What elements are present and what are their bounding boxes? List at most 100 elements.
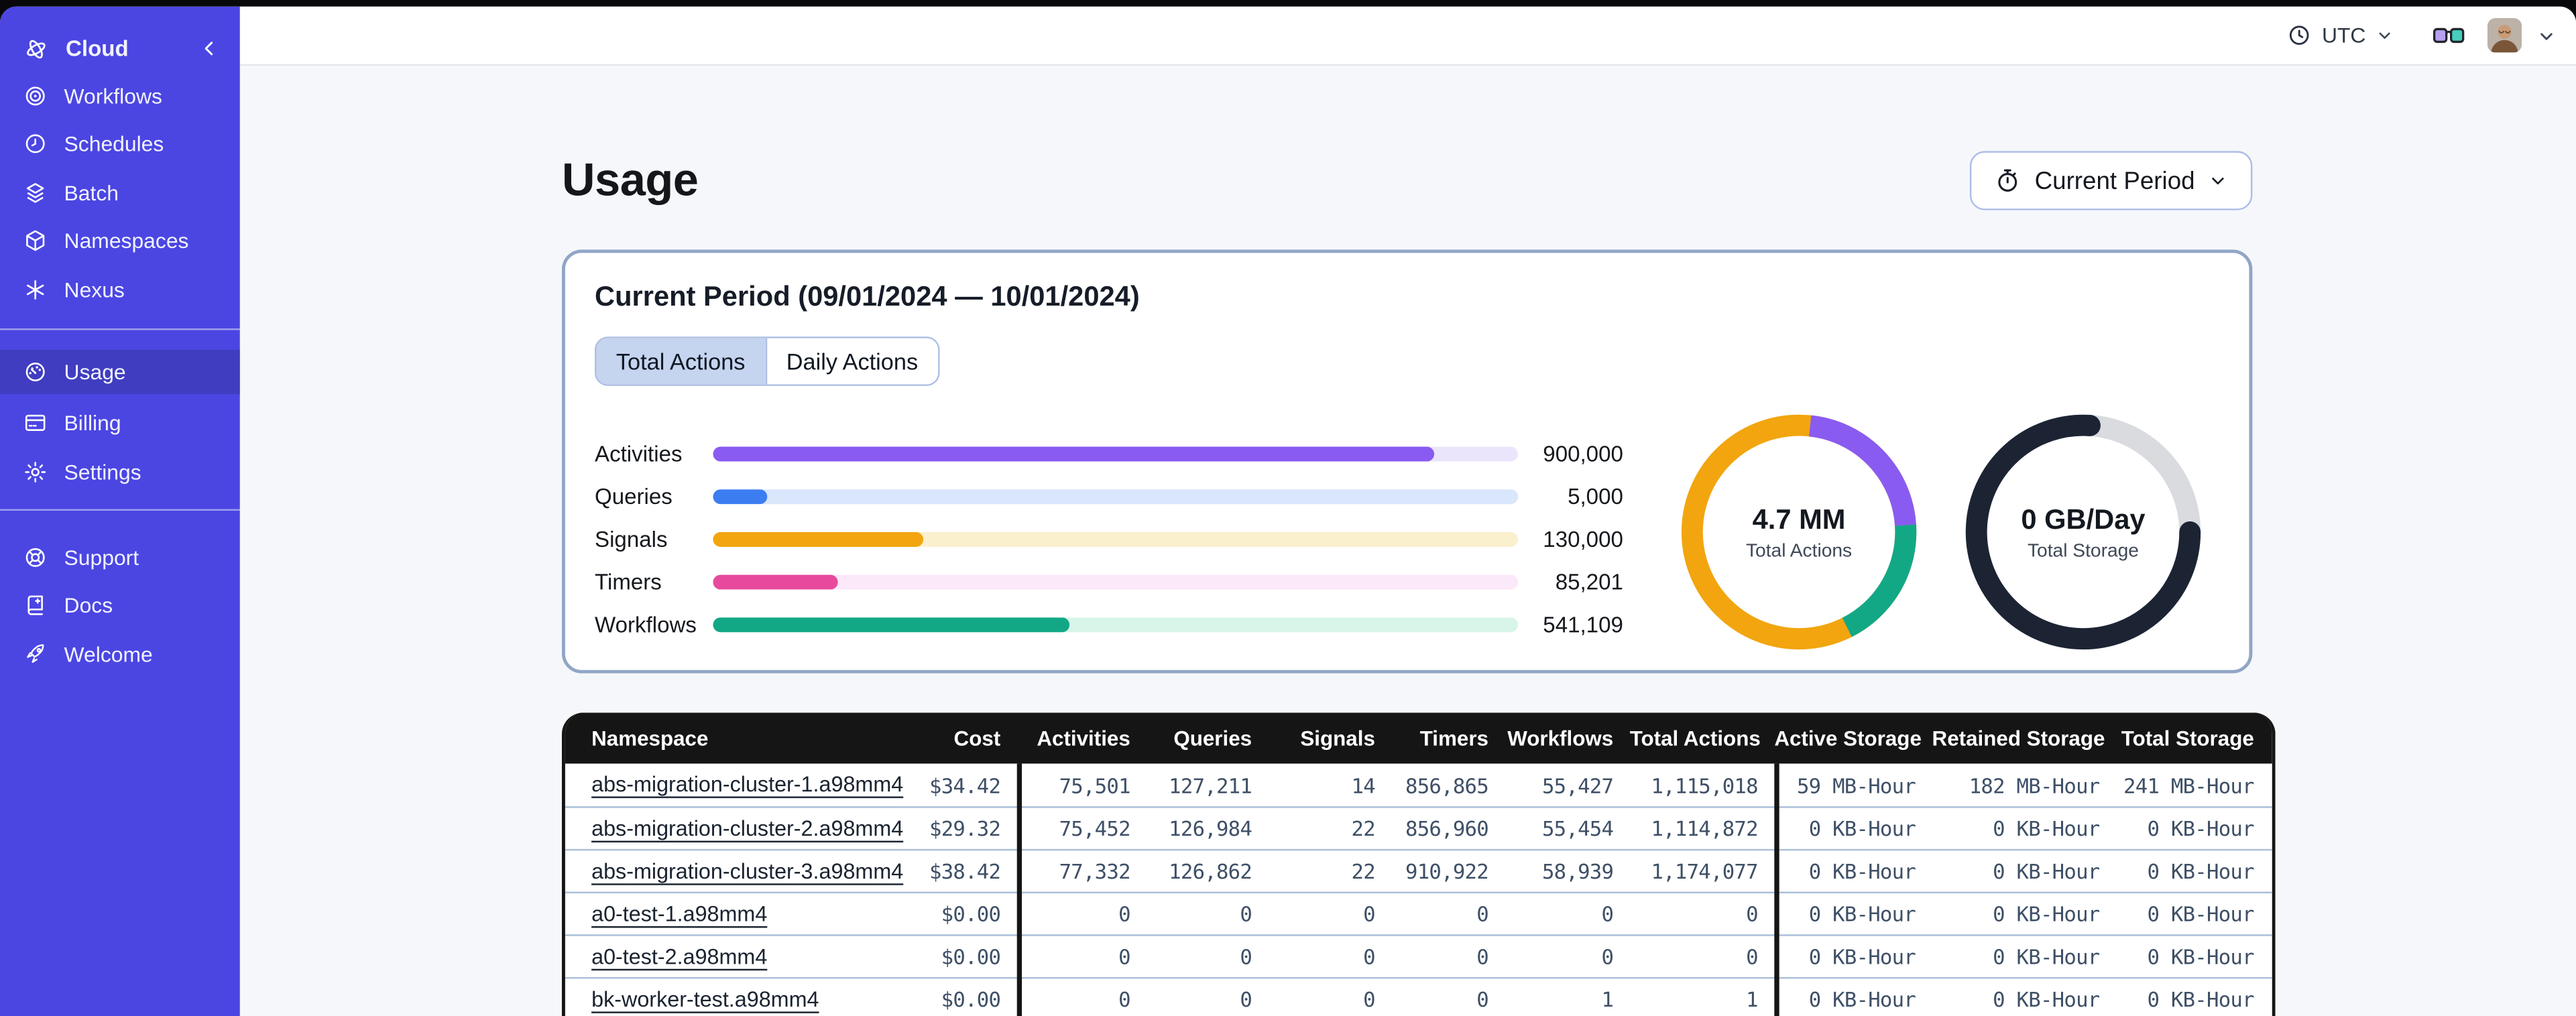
total-actions-cell: 0 [1746,901,1758,926]
sidebar-item-label: Welcome [64,642,153,667]
sidebar-item-settings[interactable]: Settings [0,450,240,494]
namespace-link[interactable]: abs-migration-cluster-1.a98mm4 [591,772,903,797]
avatar[interactable] [2487,17,2522,53]
table-row: abs-migration-cluster-2.a98mm4 $29.32 75… [565,806,2272,849]
queries-cell: 126,862 [1169,859,1252,884]
sidebar-item-workflows[interactable]: Workflows [0,74,240,118]
table-row: abs-migration-cluster-3.a98mm4 $38.42 77… [565,848,2272,892]
period-selector-button[interactable]: Current Period [1971,151,2253,210]
user-menu-button[interactable] [2536,25,2556,45]
queries-cell: 126,984 [1169,816,1252,841]
retained-storage-cell: 182 MB-Hour [1969,772,2100,798]
total-actions-value: 4.7 MM [1752,503,1846,535]
total-actions-cell: 1,174,077 [1651,859,1758,884]
total-storage-cell: 0 KB-Hour [2147,816,2254,841]
sidebar-collapse-button[interactable] [198,38,220,64]
table-row: a0-test-2.a98mm4 $0.00 0 0 0 0 0 0 0 KB-… [565,934,2272,977]
namespace-link[interactable]: a0-test-2.a98mm4 [591,944,767,968]
signals-cell: 22 [1351,816,1375,841]
sidebar-item-nexus[interactable]: Nexus [0,267,240,312]
table-row: abs-migration-cluster-1.a98mm4 $34.42 75… [565,763,2272,806]
nexus-asterisk-icon [26,280,44,300]
sidebar-item-namespaces[interactable]: Namespaces [0,218,240,263]
docs-book-icon [27,595,43,615]
queries-bar-fill [713,488,768,504]
table-row: a0-test-1.a98mm4 $0.00 0 0 0 0 0 0 0 KB-… [565,891,2272,935]
donut-center-label: 4.7 MM Total Actions [1678,411,1921,654]
namespace-link[interactable]: bk-worker-test.a98mm4 [591,986,819,1011]
namespace-cell: a0-test-2.a98mm4 [565,942,861,971]
labs-mode-toggle[interactable] [2433,25,2465,45]
timezone-selector[interactable]: UTC [2288,23,2394,48]
activities-cell: 75,452 [1059,816,1131,841]
sidebar-item-docs[interactable]: Docs [0,583,240,627]
cost-cell: $38.42 [929,859,1001,884]
namespace-cell: abs-migration-cluster-3.a98mm4 [565,856,903,886]
bar-row-timers: Timers 85,201 [595,560,1623,603]
workflows-cell: 58,939 [1541,859,1614,884]
support-lifebuoy-icon [25,548,45,567]
donut-center-label: 0 GB/Day Total Storage [1962,411,2205,654]
bar-value: 130,000 [1543,526,1623,552]
usage-gauge-icon [25,362,45,382]
col-header-timers: Timers [1419,726,1488,751]
table-row: bk-worker-test.a98mm4 $0.00 0 0 0 0 1 1 … [565,976,2272,1016]
active-storage-cell: 0 KB-Hour [1808,944,1916,969]
signals-bar-fill [713,531,924,546]
activities-bar-track [713,446,1519,461]
active-storage-cell: 59 MB-Hour [1796,772,1916,798]
workflows-bar-fill [713,617,1070,632]
temporal-orbit-icon [27,39,46,58]
sidebar-item-label: Billing [64,410,121,436]
sidebar-item-usage[interactable]: Usage [0,349,240,395]
namespace-usage-table: Namespace Cost Activities Queries Signal… [562,712,2276,1016]
cost-cell: $34.42 [929,772,1001,798]
namespace-cell: abs-migration-cluster-1.a98mm4 [565,770,903,800]
bar-value: 5,000 [1568,483,1623,509]
activities-cell: 0 [1118,901,1130,926]
table-group-divider [1774,763,1779,1016]
bar-value: 900,000 [1543,440,1623,466]
queries-cell: 0 [1240,944,1252,969]
namespace-link[interactable]: abs-migration-cluster-2.a98mm4 [591,816,903,840]
tab-daily-actions[interactable]: Daily Actions [764,338,938,385]
col-header-activities: Activities [1037,726,1130,751]
signals-cell: 0 [1363,901,1375,926]
sidebar-item-label: Nexus [64,277,125,302]
table-group-divider [1016,763,1021,1016]
cost-cell: $29.32 [929,816,1001,841]
topbar: UTC [239,6,2576,66]
cost-cell: $0.00 [941,944,1001,969]
sidebar-item-batch[interactable]: Batch [0,171,240,215]
timers-bar-fill [713,574,838,589]
activities-cell: 0 [1118,987,1130,1012]
timers-cell: 856,865 [1405,772,1489,798]
sidebar-item-support[interactable]: Support [0,535,240,580]
glasses-icon [2433,27,2465,42]
total-storage-cell: 241 MB-Hour [2123,772,2254,798]
col-header-workflows: Workflows [1507,726,1614,751]
timers-cell: 0 [1476,944,1488,969]
sidebar-brand-cloud[interactable]: Cloud [0,26,240,70]
timers-bar-track [713,574,1519,589]
sidebar-item-billing[interactable]: Billing [0,401,240,445]
total-storage-value: 0 GB/Day [2021,503,2146,535]
namespace-link[interactable]: abs-migration-cluster-3.a98mm4 [591,858,903,883]
retained-storage-cell: 0 KB-Hour [1993,944,2100,969]
sidebar-item-welcome[interactable]: Welcome [0,632,240,676]
signals-cell: 22 [1351,859,1375,884]
total-storage-donut: 0 GB/Day Total Storage [1962,411,2205,654]
clock-icon [2290,25,2310,46]
card-title: Current Period (09/01/2024 — 10/01/2024) [595,281,1140,312]
table-body: abs-migration-cluster-1.a98mm4 $34.42 75… [565,763,2272,1016]
bar-row-workflows: Workflows 541,109 [595,602,1623,645]
namespace-link[interactable]: a0-test-1.a98mm4 [591,901,767,926]
bar-value: 85,201 [1555,569,1623,594]
total-actions-cell: 0 [1746,944,1758,969]
sidebar-item-schedules[interactable]: Schedules [0,121,240,166]
col-header-total-actions: Total Actions [1629,726,1761,751]
title-row: Usage Current Period [562,149,2253,212]
bar-label: Activities [595,440,683,466]
tab-total-actions[interactable]: Total Actions [596,338,765,385]
namespace-cell: bk-worker-test.a98mm4 [565,985,861,1014]
